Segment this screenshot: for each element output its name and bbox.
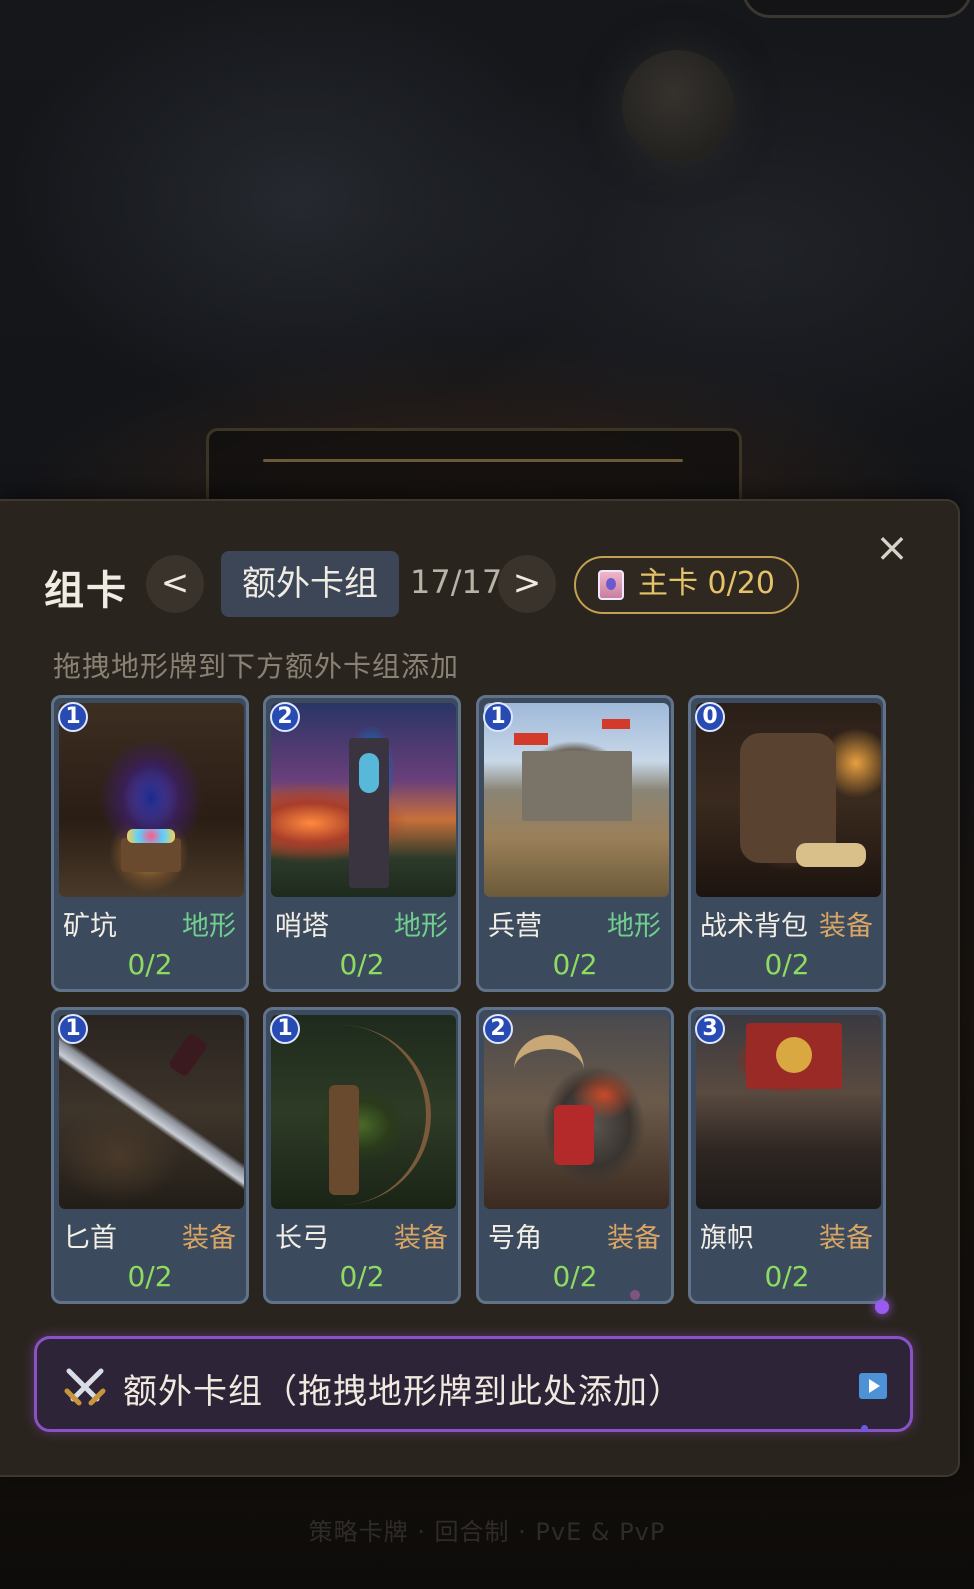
frame-divider bbox=[263, 459, 683, 462]
card-art-war-horn bbox=[484, 1015, 669, 1209]
main-deck-button[interactable]: 主卡 0/20 bbox=[574, 556, 799, 614]
card-quantity: 0/2 bbox=[127, 948, 173, 981]
card-art-banner bbox=[696, 1015, 881, 1209]
extra-deck-dropzone[interactable]: 额外卡组（拖拽地形牌到此处添加） bbox=[34, 1336, 913, 1432]
top-pill-frame bbox=[742, 0, 972, 18]
card-type: 装备 bbox=[607, 1223, 661, 1254]
cost-badge: 1 bbox=[483, 702, 513, 732]
card-type: 装备 bbox=[819, 1223, 873, 1254]
card-name: 长弓 bbox=[275, 1223, 329, 1254]
card-longbow[interactable]: 1 长弓 装备 0/2 bbox=[263, 1007, 461, 1304]
card-dagger[interactable]: 1 匕首 装备 0/2 bbox=[51, 1007, 249, 1304]
card-deck-icon bbox=[598, 570, 624, 600]
card-name: 矿坑 bbox=[63, 911, 117, 942]
card-type: 地形 bbox=[182, 911, 236, 942]
sparkle bbox=[875, 1300, 889, 1314]
close-button[interactable]: × bbox=[872, 528, 912, 568]
card-quantity: 0/2 bbox=[339, 948, 385, 981]
card-name: 号角 bbox=[488, 1223, 542, 1254]
card-quantity: 0/2 bbox=[552, 948, 598, 981]
cost-badge: 0 bbox=[695, 702, 725, 732]
card-type: 地形 bbox=[607, 911, 661, 942]
hint-text: 拖拽地形牌到下方额外卡组添加 bbox=[53, 650, 460, 683]
dropzone-label: 额外卡组（拖拽地形牌到此处添加） bbox=[123, 1372, 683, 1412]
card-barracks[interactable]: 1 兵营 地形 0/2 bbox=[476, 695, 674, 992]
cost-badge: 2 bbox=[270, 702, 300, 732]
card-name: 兵营 bbox=[488, 911, 542, 942]
cost-badge: 1 bbox=[58, 1014, 88, 1044]
next-deck-button[interactable]: > bbox=[498, 555, 556, 613]
card-quantity: 0/2 bbox=[127, 1260, 173, 1293]
cost-badge: 2 bbox=[483, 1014, 513, 1044]
card-name: 战术背包 bbox=[700, 911, 808, 942]
card-type: 装备 bbox=[819, 911, 873, 942]
deck-count: 17/17 bbox=[410, 563, 503, 601]
card-quantity: 0/2 bbox=[764, 948, 810, 981]
card-banner[interactable]: 3 旗帜 装备 0/2 bbox=[688, 1007, 886, 1304]
card-type: 装备 bbox=[394, 1223, 448, 1254]
card-type: 地形 bbox=[394, 911, 448, 942]
card-war-horn[interactable]: 2 号角 装备 0/2 bbox=[476, 1007, 674, 1304]
card-name: 匕首 bbox=[63, 1223, 117, 1254]
prev-deck-button[interactable]: < bbox=[146, 555, 204, 613]
moon bbox=[622, 50, 734, 162]
crossed-swords-icon bbox=[64, 1368, 106, 1406]
card-quantity: 0/2 bbox=[339, 1260, 385, 1293]
sparkle bbox=[630, 1290, 640, 1300]
card-quantity: 0/2 bbox=[764, 1260, 810, 1293]
card-art-mine bbox=[59, 703, 244, 897]
card-type: 装备 bbox=[182, 1223, 236, 1254]
panel-title: 组卡 bbox=[44, 568, 128, 614]
card-art-tactical-backpack bbox=[696, 703, 881, 897]
card-art-barracks bbox=[484, 703, 669, 897]
card-mine[interactable]: 1 矿坑 地形 0/2 bbox=[51, 695, 249, 992]
tab-extra-deck[interactable]: 额外卡组 bbox=[221, 551, 399, 617]
card-art-dagger bbox=[59, 1015, 244, 1209]
card-art-longbow bbox=[271, 1015, 456, 1209]
card-art-watchtower bbox=[271, 703, 456, 897]
card-watchtower[interactable]: 2 哨塔 地形 0/2 bbox=[263, 695, 461, 992]
sparkle bbox=[861, 1425, 868, 1432]
card-quantity: 0/2 bbox=[552, 1260, 598, 1293]
cost-badge: 3 bbox=[695, 1014, 725, 1044]
main-deck-label: 主卡 0/20 bbox=[638, 566, 775, 601]
cost-badge: 1 bbox=[270, 1014, 300, 1044]
cost-badge: 1 bbox=[58, 702, 88, 732]
card-name: 旗帜 bbox=[700, 1223, 754, 1254]
card-name: 哨塔 bbox=[275, 911, 329, 942]
card-tactical-backpack[interactable]: 0 战术背包 装备 0/2 bbox=[688, 695, 886, 992]
footer-text: 策略卡牌 · 回合制 · PvE & PvP bbox=[308, 1518, 666, 1546]
play-icon[interactable] bbox=[859, 1373, 887, 1399]
